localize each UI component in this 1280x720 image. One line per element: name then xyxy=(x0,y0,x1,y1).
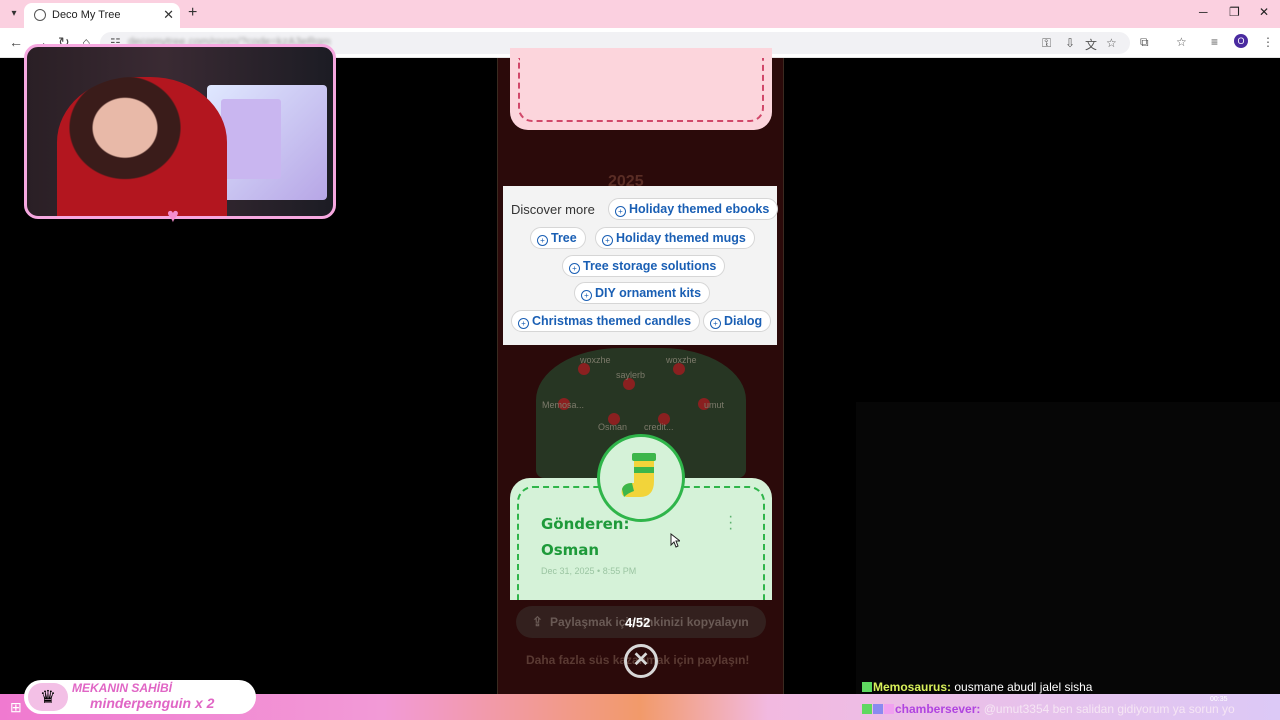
previous-message-card xyxy=(510,48,772,130)
chip-christmas-candles[interactable]: + Christmas themed candles xyxy=(511,310,701,332)
ornament-label: credit... xyxy=(644,422,674,432)
back-button[interactable]: ← xyxy=(9,34,23,50)
close-viewer-button[interactable]: ✕ xyxy=(624,644,658,678)
bookmarks-icon[interactable]: ☆ xyxy=(1176,35,1187,49)
tree-panel: 2025 woxzhe woxzhe saylerb Memosa... umu… xyxy=(497,48,784,694)
sender-label: Gönderen: xyxy=(541,515,630,533)
screen: ▾ Deco My Tree ✕ + ─ ❐ ✕ ← → ↻ ⌂ ☷ decom… xyxy=(0,0,1280,720)
sender-name: Osman xyxy=(541,541,600,559)
chat-badge-icon xyxy=(873,704,883,714)
tab-favicon-icon xyxy=(34,9,46,21)
search-plus-icon: + xyxy=(537,235,548,246)
chat-overlay-background xyxy=(856,402,1280,694)
stocking-ornament-badge xyxy=(597,434,685,522)
mouse-cursor-icon xyxy=(670,533,680,548)
chat-badge-icon xyxy=(884,704,894,714)
search-plus-icon: + xyxy=(602,235,613,246)
ornament-label: umut xyxy=(704,400,725,410)
heart-icon: ♥ xyxy=(167,205,179,227)
ornament-label: saylerb xyxy=(616,370,646,380)
ornament-label: Memosa... xyxy=(542,400,585,410)
password-key-icon[interactable]: ⚿ xyxy=(1042,36,1051,51)
message-options-icon[interactable]: · · · xyxy=(728,509,733,537)
share-icon: ⇪ xyxy=(532,614,543,629)
chip-holiday-mugs[interactable]: + Holiday themed mugs xyxy=(595,227,755,249)
search-plus-icon: + xyxy=(581,290,592,301)
previous-card-border xyxy=(518,58,764,122)
restore-button[interactable]: ❐ xyxy=(1229,5,1240,19)
menu-kebab-icon[interactable]: ⋮ xyxy=(1262,35,1274,49)
bookmark-star-icon[interactable]: ☆ xyxy=(1106,36,1117,50)
chip-tree-storage[interactable]: + Tree storage solutions xyxy=(562,255,726,277)
minimize-button[interactable]: ─ xyxy=(1199,5,1208,19)
crown-icon: ♛ xyxy=(28,683,68,711)
translate-icon[interactable]: 文 xyxy=(1085,36,1097,53)
search-plus-icon: + xyxy=(518,318,529,329)
tab-close-icon[interactable]: ✕ xyxy=(163,7,174,23)
tab-search-dropdown-icon[interactable]: ▾ xyxy=(6,6,22,22)
search-plus-icon: + xyxy=(710,318,721,329)
chat-message: chambersever: @umut3354 ben salidan gidi… xyxy=(862,702,1235,716)
chip-dialog[interactable]: + Dialog xyxy=(703,310,772,332)
message-counter: 4/52 xyxy=(625,615,651,630)
webcam-feed xyxy=(24,44,336,219)
chip-holiday-ebooks[interactable]: + Holiday themed ebooks xyxy=(608,198,779,220)
discover-more-label: Discover more xyxy=(511,202,595,217)
browser-tab[interactable]: Deco My Tree ✕ xyxy=(24,3,180,28)
profile-avatar[interactable]: O xyxy=(1234,34,1248,48)
new-tab-button[interactable]: + xyxy=(188,4,197,22)
stocking-icon xyxy=(621,453,656,497)
tab-title: Deco My Tree xyxy=(52,9,121,21)
install-app-icon[interactable]: ⇩ xyxy=(1065,36,1075,50)
media-control-icon[interactable]: ≡ xyxy=(1211,35,1218,49)
webcam-streamer xyxy=(57,77,227,216)
ornament-label: woxzhe xyxy=(580,355,611,365)
windows-start-icon[interactable]: ⊞ xyxy=(10,699,22,716)
ornament-label: woxzhe xyxy=(666,355,697,365)
chat-badge-icon xyxy=(862,682,872,692)
search-plus-icon: + xyxy=(569,263,580,274)
browser-tab-bar: ▾ Deco My Tree ✕ + ─ ❐ ✕ xyxy=(0,0,1280,28)
owner-badge: ♛ MEKANIN SAHİBİ minderpenguin x 2 xyxy=(24,680,256,714)
message-date: Dec 31, 2025 • 8:55 PM xyxy=(541,566,637,576)
extensions-icon[interactable]: ⧉ xyxy=(1140,35,1149,50)
chat-message: Memosaurus: ousmane abudl jalel sisha xyxy=(862,680,1092,694)
search-plus-icon: + xyxy=(615,206,626,217)
window-close-button[interactable]: ✕ xyxy=(1259,5,1269,19)
ornament-label: Osman xyxy=(598,422,628,432)
owner-name: minderpenguin x 2 xyxy=(90,695,215,711)
owner-title: MEKANIN SAHİBİ xyxy=(72,681,173,695)
system-clock: 00:35 xyxy=(1210,696,1228,703)
chat-badge-icon xyxy=(862,704,872,714)
chip-tree[interactable]: + Tree xyxy=(530,227,586,249)
discover-more-box: Discover more + Holiday themed ebooks + Tr… xyxy=(503,186,779,345)
chip-ornament-kits[interactable]: + DIY ornament kits xyxy=(574,282,711,304)
